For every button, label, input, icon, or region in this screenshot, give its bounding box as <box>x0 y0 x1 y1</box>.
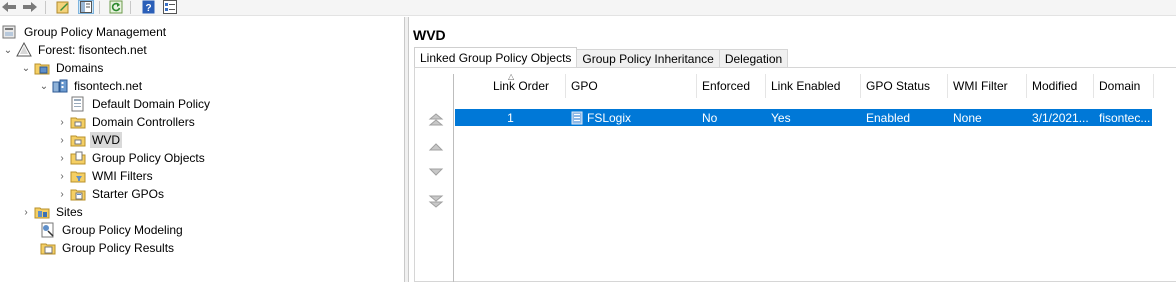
tree-node-root[interactable]: Group Policy Management <box>2 23 168 41</box>
tree-node-results[interactable]: Group Policy Results <box>38 239 176 257</box>
chevron-down-icon[interactable]: ⌄ <box>2 41 14 59</box>
tree-label-root: Group Policy Management <box>24 25 167 39</box>
chevron-right-icon[interactable]: › <box>56 113 68 131</box>
tree-label-wvd: WVD <box>90 132 122 148</box>
ou-folder-icon <box>70 114 86 130</box>
cell-wmi-filter: None <box>953 110 982 125</box>
column-header-link-enabled[interactable]: Link Enabled <box>766 74 861 98</box>
starter-folder-icon <box>70 186 86 202</box>
tree-node-wmi-filters[interactable]: › WMI Filters <box>56 167 155 185</box>
page-title: WVD <box>413 27 446 43</box>
svg-text:?: ? <box>145 3 151 14</box>
tree-label-domain-controllers: Domain Controllers <box>92 115 195 129</box>
tree-node-default-policy[interactable]: Default Domain Policy <box>68 95 212 113</box>
forest-icon <box>16 41 32 58</box>
properties-icon[interactable] <box>162 0 178 14</box>
tab-strip: Linked Group Policy Objects Group Policy… <box>414 47 789 68</box>
tree-node-domains[interactable]: ⌄ Domains <box>20 59 105 77</box>
chevron-down-icon[interactable]: ⌄ <box>38 77 50 95</box>
cell-enforced: No <box>702 110 718 125</box>
link-order-controls <box>415 68 453 282</box>
cell-gpo: FSLogix <box>566 109 697 126</box>
column-header-enforced[interactable]: Enforced <box>697 74 766 98</box>
tree-label-starter-gpos: Starter GPOs <box>92 187 165 201</box>
tree-label-domains: Domains <box>56 61 104 75</box>
tree-node-gpo-objects[interactable]: › Group Policy Objects <box>56 149 207 167</box>
results-icon <box>40 240 56 256</box>
tree-node-sites[interactable]: › Sites <box>20 203 85 221</box>
details-pane: WVD Linked Group Policy Objects Group Po… <box>409 17 1176 282</box>
sort-ascending-icon: △ <box>508 72 515 81</box>
tree-node-domain-controllers[interactable]: › Domain Controllers <box>56 113 197 131</box>
column-header-gpo[interactable]: GPO <box>566 74 697 98</box>
chevron-right-icon[interactable]: › <box>56 149 68 167</box>
chevron-right-icon[interactable]: › <box>56 167 68 185</box>
chevron-right-icon[interactable]: › <box>56 131 68 149</box>
move-up-icon[interactable] <box>428 139 444 155</box>
column-header-modified[interactable]: Modified <box>1027 74 1094 98</box>
gpm-root-icon <box>2 24 18 40</box>
chevron-right-icon[interactable]: › <box>20 203 32 221</box>
domains-folder-icon <box>34 60 50 76</box>
edit-icon[interactable] <box>55 0 71 14</box>
column-header-wmi-filter[interactable]: WMI Filter <box>948 74 1027 98</box>
tree-node-forest[interactable]: ⌄ Forest: fisontech.net <box>2 41 149 59</box>
tree-label-default-policy: Default Domain Policy <box>92 97 211 111</box>
column-header-link-order[interactable]: △ Link Order <box>454 72 566 98</box>
move-down-icon[interactable] <box>428 164 444 180</box>
refresh-icon[interactable] <box>108 0 124 14</box>
tree-node-wvd[interactable]: › WVD <box>56 131 122 149</box>
move-to-bottom-icon[interactable] <box>428 193 444 209</box>
chevron-right-icon[interactable]: › <box>56 185 68 203</box>
tree-node-starter-gpos[interactable]: › Starter GPOs <box>56 185 166 203</box>
column-header-gpo-status[interactable]: GPO Status <box>861 74 948 98</box>
gpo-scroll-icon <box>571 111 584 125</box>
gpo-link-icon <box>70 96 86 112</box>
cell-domain: fisontec... <box>1099 110 1151 125</box>
cell-link-enabled: Yes <box>771 110 791 125</box>
cell-gpo-status: Enabled <box>866 110 911 125</box>
chevron-down-icon[interactable]: ⌄ <box>20 59 32 77</box>
cell-link-order: 1 <box>507 110 514 125</box>
help-icon[interactable]: ? <box>140 0 156 14</box>
tab-gp-inheritance[interactable]: Group Policy Inheritance <box>576 49 720 68</box>
move-to-top-icon[interactable] <box>428 112 444 128</box>
wmi-folder-icon <box>70 168 86 184</box>
console-tree: Group Policy Management ⌄ Forest: fisont… <box>0 17 404 282</box>
toolbar: ? <box>0 0 1176 16</box>
linked-gpo-list: △ Link Order GPO Enforced Link Enabled G… <box>453 72 1176 282</box>
cell-gpo-name: FSLogix <box>587 110 632 125</box>
list-header: △ Link Order GPO Enforced Link Enabled G… <box>454 72 1154 98</box>
domain-icon <box>52 78 68 94</box>
table-row[interactable]: 1 FSLogix No Yes Enabled None 3/1/2021..… <box>455 109 1152 126</box>
gpo-folder-icon <box>70 150 86 166</box>
column-label: Link Order <box>492 79 549 93</box>
tab-linked-gpos[interactable]: Linked Group Policy Objects <box>414 47 578 68</box>
sites-icon <box>34 204 50 220</box>
tree-label-domain: fisontech.net <box>74 79 143 93</box>
tree-label-forest: Forest: fisontech.net <box>38 43 147 57</box>
tab-delegation[interactable]: Delegation <box>718 49 789 68</box>
modeling-icon <box>40 222 56 238</box>
forward-icon[interactable] <box>22 0 38 14</box>
tab-panel-linked-gpos: △ Link Order GPO Enforced Link Enabled G… <box>414 67 1176 282</box>
tree-label-sites: Sites <box>56 205 83 219</box>
tree-label-results: Group Policy Results <box>62 241 175 255</box>
show-hide-tree-icon[interactable] <box>78 0 94 14</box>
tree-label-modeling: Group Policy Modeling <box>62 223 183 237</box>
column-header-domain[interactable]: Domain <box>1094 74 1154 98</box>
tree-node-modeling[interactable]: Group Policy Modeling <box>38 221 185 239</box>
tree-label-gpo-objects: Group Policy Objects <box>92 151 205 165</box>
tree-label-wmi-filters: WMI Filters <box>92 169 153 183</box>
ou-folder-icon <box>70 132 86 148</box>
tree-node-domain[interactable]: ⌄ fisontech.net <box>38 77 144 95</box>
back-icon[interactable] <box>1 0 17 14</box>
cell-modified: 3/1/2021... <box>1032 110 1089 125</box>
